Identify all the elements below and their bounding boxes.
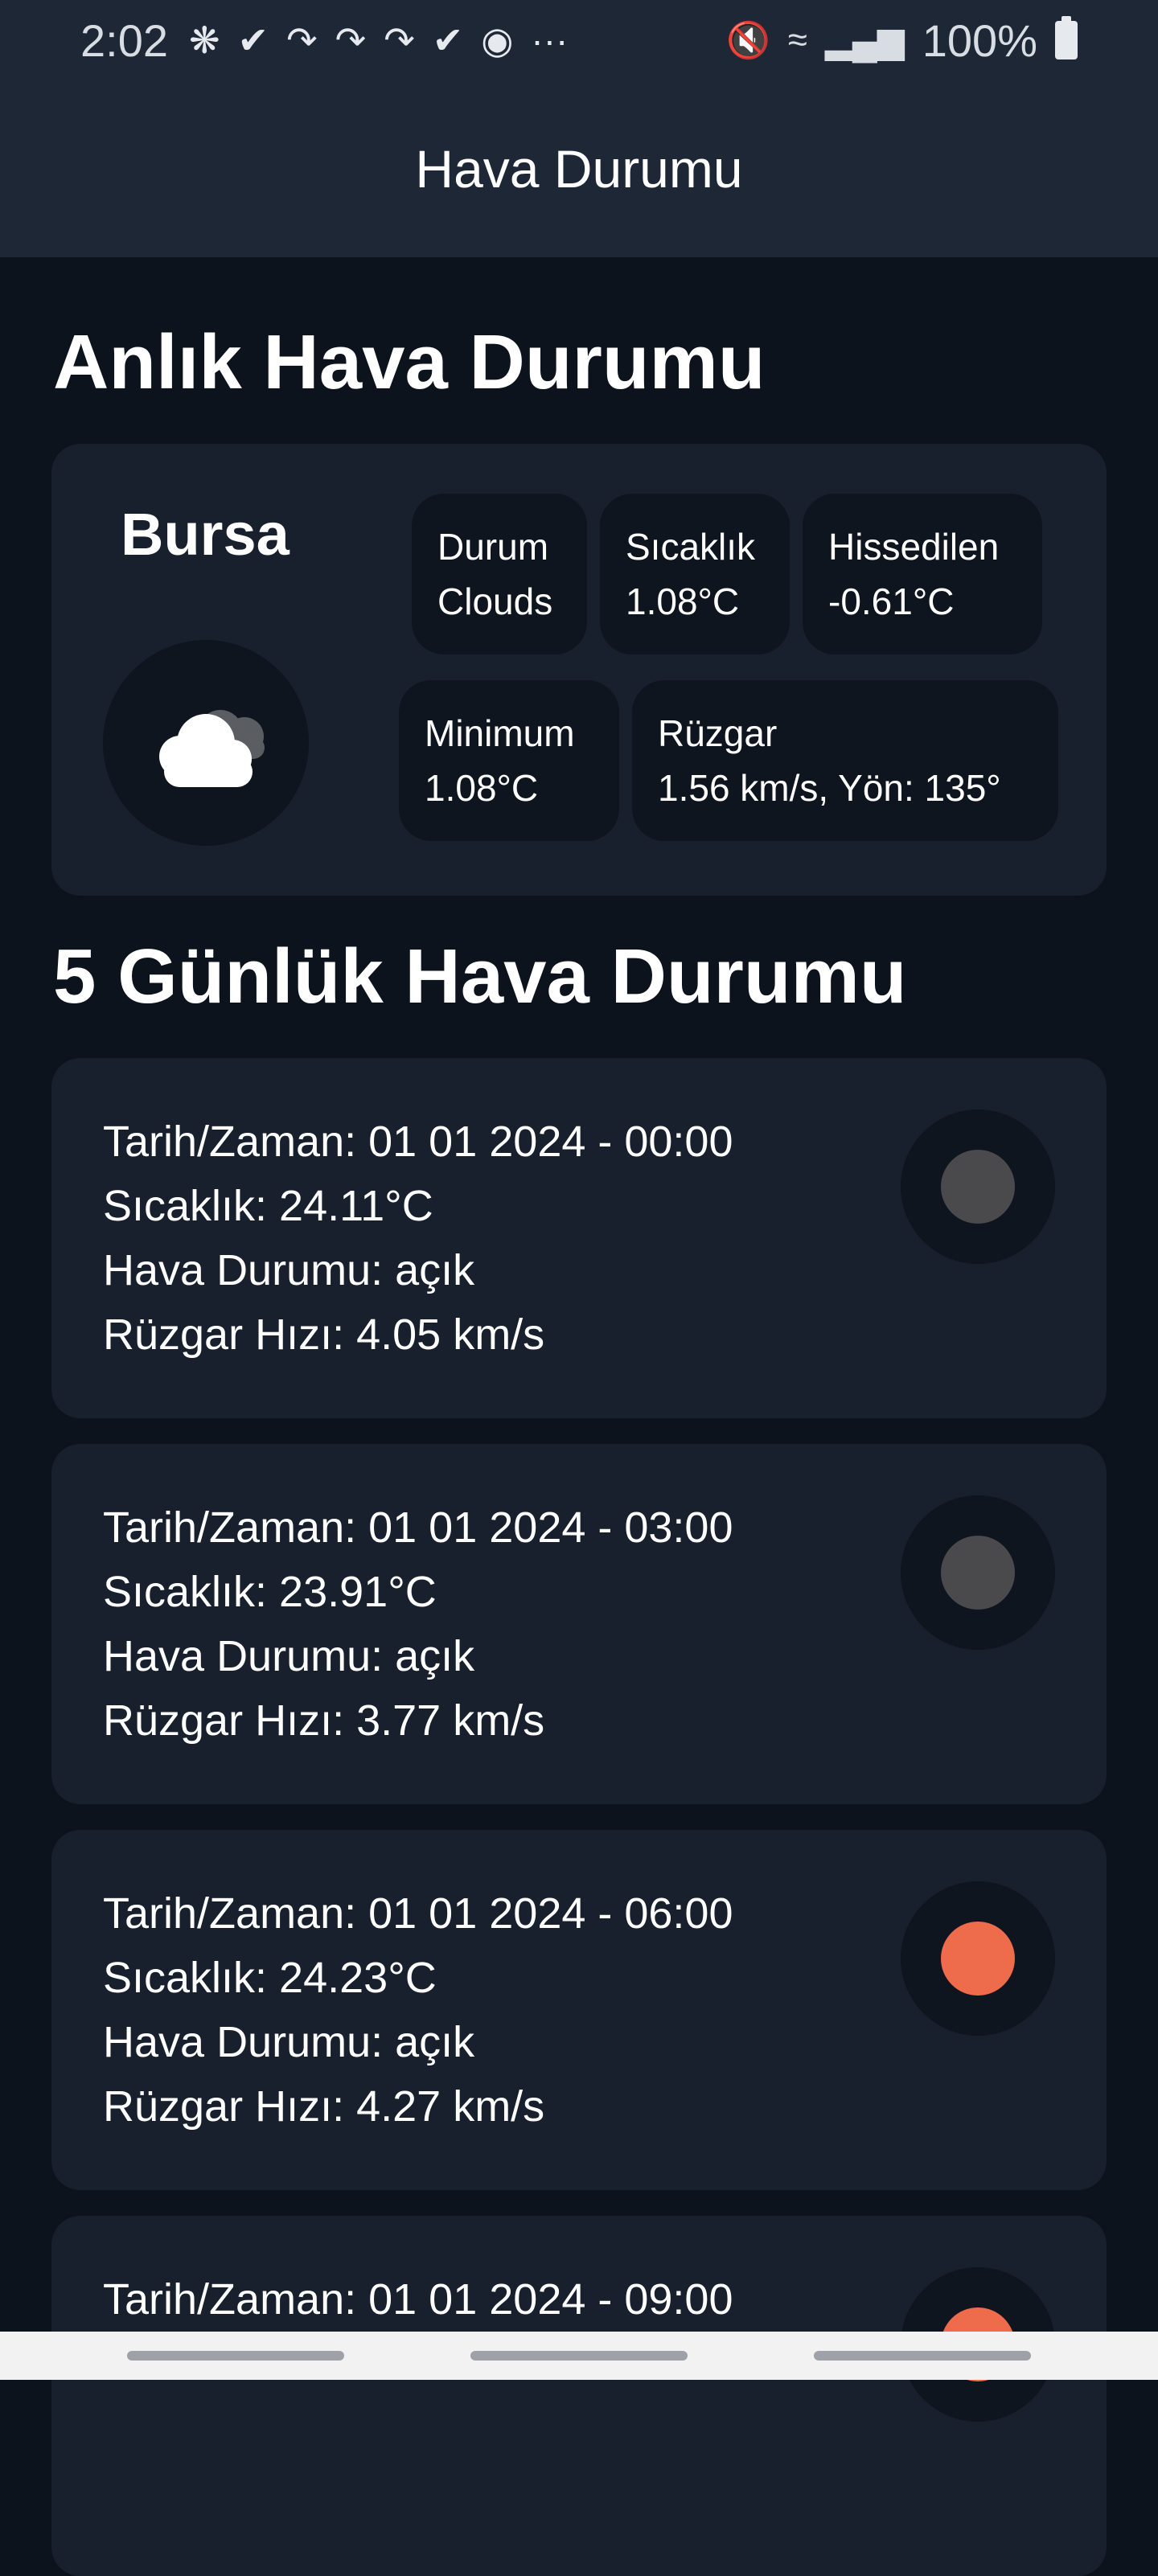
forecast-card: Tarih/Zaman: 01 01 2024 - 00:00 Sıcaklık… bbox=[51, 1058, 1107, 1418]
forecast-datetime: Tarih/Zaman: 01 01 2024 - 03:00 bbox=[103, 1503, 733, 1552]
forecast-condition: Hava Durumu: açık bbox=[103, 1632, 475, 1680]
forecast-details: Tarih/Zaman: 01 01 2024 - 00:00 Sıcaklık… bbox=[103, 1110, 733, 1367]
weather-dot-icon bbox=[941, 1922, 1015, 1996]
current-weather-title: Anlık Hava Durumu bbox=[53, 319, 766, 405]
battery-percent: 100% bbox=[922, 14, 1037, 66]
cloud-icon bbox=[159, 710, 265, 787]
city-name: Bursa bbox=[121, 501, 290, 568]
forecast-condition: Hava Durumu: açık bbox=[103, 2018, 475, 2066]
forecast-card: Tarih/Zaman: 01 01 2024 - 03:00 Sıcaklık… bbox=[51, 1444, 1107, 1804]
more-icon: ··· bbox=[531, 19, 569, 61]
forecast-card: Tarih/Zaman: 01 01 2024 - 06:00 Sıcaklık… bbox=[51, 1830, 1107, 2190]
forecast-datetime: Tarih/Zaman: 01 01 2024 - 06:00 bbox=[103, 1889, 733, 1938]
arrow-icon: ↷ bbox=[335, 19, 367, 61]
forecast-datetime: Tarih/Zaman: 01 01 2024 - 09:00 bbox=[103, 2275, 733, 2324]
nav-back-button[interactable] bbox=[813, 2351, 1031, 2361]
forecast-weather-icon bbox=[901, 1110, 1055, 1264]
chip-value: Clouds bbox=[437, 580, 553, 622]
forecast-datetime: Tarih/Zaman: 01 01 2024 - 00:00 bbox=[103, 1118, 733, 1166]
chip-minimum: Minimum 1.08°C bbox=[399, 680, 619, 841]
notification-icons: ❋ ✔ ↷ ↷ ↷ ✔ ◉ ··· bbox=[189, 18, 568, 62]
chip-value: -0.61°C bbox=[828, 580, 955, 622]
chip-value: 1.08°C bbox=[626, 580, 740, 622]
check-icon: ✔ bbox=[237, 19, 269, 61]
system-icons: 🔇 ≈ ▂▄▆ 100% bbox=[726, 14, 1078, 67]
forecast-wind: Rüzgar Hızı: 4.05 km/s bbox=[103, 1311, 545, 1359]
forecast-card: Tarih/Zaman: 01 01 2024 - 09:00 bbox=[51, 2216, 1107, 2576]
slack-icon: ❋ bbox=[189, 19, 220, 61]
chip-label: Hissedilen bbox=[828, 526, 1000, 568]
chip-condition: Durum Clouds bbox=[412, 494, 587, 654]
status-bar: 2:02 ❋ ✔ ↷ ↷ ↷ ✔ ◉ ··· 🔇 ≈ ▂▄▆ 100% bbox=[0, 0, 1158, 80]
app-title: Hava Durumu bbox=[415, 139, 743, 199]
signal-icon: ▂▄▆ bbox=[824, 20, 905, 60]
check-icon: ✔ bbox=[432, 19, 464, 61]
chip-wind: Rüzgar 1.56 km/s, Yön: 135° bbox=[632, 680, 1058, 841]
battery-icon bbox=[1055, 16, 1078, 59]
weather-dot-icon bbox=[941, 1150, 1015, 1224]
forecast-temperature: Sıcaklık: 24.23°C bbox=[103, 1954, 437, 2002]
nav-home-button[interactable] bbox=[470, 2351, 688, 2361]
forecast-temperature: Sıcaklık: 24.11°C bbox=[103, 1182, 433, 1230]
arrow-icon: ↷ bbox=[286, 19, 318, 61]
forecast-details: Tarih/Zaman: 01 01 2024 - 09:00 bbox=[103, 2267, 733, 2332]
app-bar: Hava Durumu bbox=[0, 80, 1158, 257]
mute-icon: 🔇 bbox=[725, 21, 770, 60]
chip-value: 1.08°C bbox=[425, 767, 539, 809]
weather-dot-icon bbox=[941, 1536, 1015, 1610]
forecast-wind: Rüzgar Hızı: 3.77 km/s bbox=[103, 1696, 545, 1745]
chip-feels-like: Hissedilen -0.61°C bbox=[803, 494, 1042, 654]
status-time: 2:02 bbox=[80, 14, 168, 66]
system-nav-bar bbox=[0, 2332, 1158, 2380]
chip-temperature: Sıcaklık 1.08°C bbox=[600, 494, 790, 654]
forecast-condition: Hava Durumu: açık bbox=[103, 1246, 475, 1294]
forecast-details: Tarih/Zaman: 01 01 2024 - 06:00 Sıcaklık… bbox=[103, 1881, 733, 2139]
app-icon: ◉ bbox=[481, 19, 514, 61]
weather-icon-container bbox=[103, 640, 309, 846]
forecast-weather-icon bbox=[901, 1881, 1055, 2036]
nav-recents-button[interactable] bbox=[127, 2351, 345, 2361]
wifi-icon: ≈ bbox=[787, 20, 807, 59]
arrow-icon: ↷ bbox=[384, 19, 415, 61]
chip-value: 1.56 km/s, Yön: 135° bbox=[658, 767, 1001, 809]
chip-label: Minimum bbox=[425, 712, 575, 754]
chip-label: Sıcaklık bbox=[626, 526, 756, 568]
forecast-wind: Rüzgar Hızı: 4.27 km/s bbox=[103, 2082, 545, 2131]
forecast-details: Tarih/Zaman: 01 01 2024 - 03:00 Sıcaklık… bbox=[103, 1495, 733, 1753]
forecast-weather-icon bbox=[901, 1495, 1055, 1650]
chip-label: Durum bbox=[437, 526, 549, 568]
current-weather-card: Bursa Durum Clouds Sıcaklık 1.08°C Hisse… bbox=[51, 444, 1107, 896]
forecast-temperature: Sıcaklık: 23.91°C bbox=[103, 1568, 437, 1616]
chip-label: Rüzgar bbox=[658, 712, 778, 754]
forecast-title: 5 Günlük Hava Durumu bbox=[53, 933, 907, 1019]
